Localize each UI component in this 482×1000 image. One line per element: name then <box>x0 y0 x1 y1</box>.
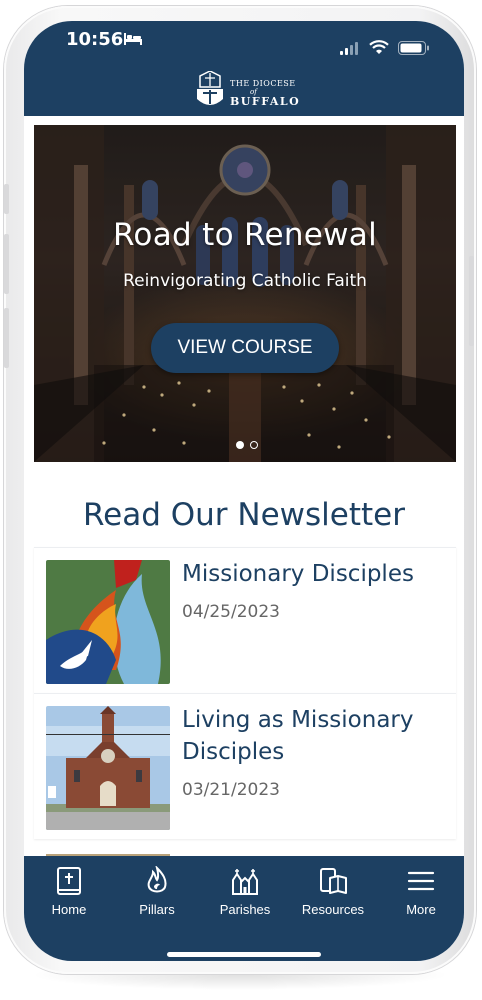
tab-label: Home <box>51 902 87 917</box>
newsletter-item[interactable]: Missionary Disciples 04/25/2023 <box>34 547 456 693</box>
church-icon <box>232 869 258 895</box>
tab-label: Pillars <box>139 902 175 917</box>
volume-up-button <box>4 234 9 294</box>
tab-label: Parishes <box>219 902 271 917</box>
carousel-dot-2[interactable] <box>250 441 258 449</box>
app-header: 10:56 THE DIOCESE of BUFFALO <box>24 21 464 116</box>
book-icon <box>320 868 347 894</box>
view-course-button[interactable]: VIEW COURSE <box>151 323 339 373</box>
tab-label: More <box>406 902 436 917</box>
hero-title: Road to Renewal <box>112 217 378 253</box>
tab-parishes[interactable]: Parishes <box>205 866 285 917</box>
home-indicator[interactable] <box>167 952 321 957</box>
logo-line-3: BUFFALO <box>230 95 301 108</box>
hero-subtitle: Reinvigorating Catholic Faith <box>123 271 367 291</box>
holy-spirit-flame-image <box>46 560 170 684</box>
mute-switch <box>4 184 9 214</box>
tab-resources[interactable]: Resources <box>293 866 373 917</box>
tab-more[interactable]: More <box>381 866 461 917</box>
menu-icon <box>407 871 435 891</box>
newsletter-item-date: 04/25/2023 <box>182 602 280 622</box>
bottom-tab-bar: Home Pillars Parishes Resources More <box>24 856 464 961</box>
flame-icon <box>147 866 167 893</box>
newsletter-item-title: Missionary Disciples <box>182 561 414 587</box>
tab-home[interactable]: Home <box>29 866 109 917</box>
tab-pillars[interactable]: Pillars <box>117 866 197 917</box>
diocese-logo[interactable]: THE DIOCESE of BUFFALO <box>194 71 304 113</box>
volume-down-button <box>4 308 9 368</box>
power-button <box>469 256 474 346</box>
signal-icon <box>340 42 358 55</box>
carousel-dot-1[interactable] <box>236 441 244 449</box>
battery-icon <box>398 41 429 55</box>
hero-banner[interactable]: Road to Renewal Reinvigorating Catholic … <box>34 125 456 462</box>
wifi-icon <box>369 40 389 54</box>
logo-line-1: THE DIOCESE <box>230 79 296 88</box>
tab-label: Resources <box>301 902 365 917</box>
bible-icon <box>57 867 81 895</box>
sleep-focus-icon <box>124 33 142 45</box>
app-screen: 10:56 THE DIOCESE of BUFFALO Road to Ren… <box>24 21 464 961</box>
newsletter-section-title: Read Our Newsletter <box>83 497 405 533</box>
newsletter-item-title: Living as Missionary Disciples <box>182 707 414 765</box>
phone-frame: 10:56 THE DIOCESE of BUFFALO Road to Ren… <box>4 6 476 974</box>
church-building-image <box>46 706 170 830</box>
newsletter-thumbnail <box>46 706 170 830</box>
newsletter-item-date: 03/21/2023 <box>182 780 280 800</box>
newsletter-item[interactable]: Living as Missionary Disciples 03/21/202… <box>34 693 456 839</box>
status-time: 10:56 <box>66 29 124 50</box>
newsletter-thumbnail <box>46 560 170 684</box>
carousel-dots <box>233 434 261 453</box>
mitre-crest-icon <box>197 71 223 105</box>
cathedral-image <box>34 125 456 462</box>
